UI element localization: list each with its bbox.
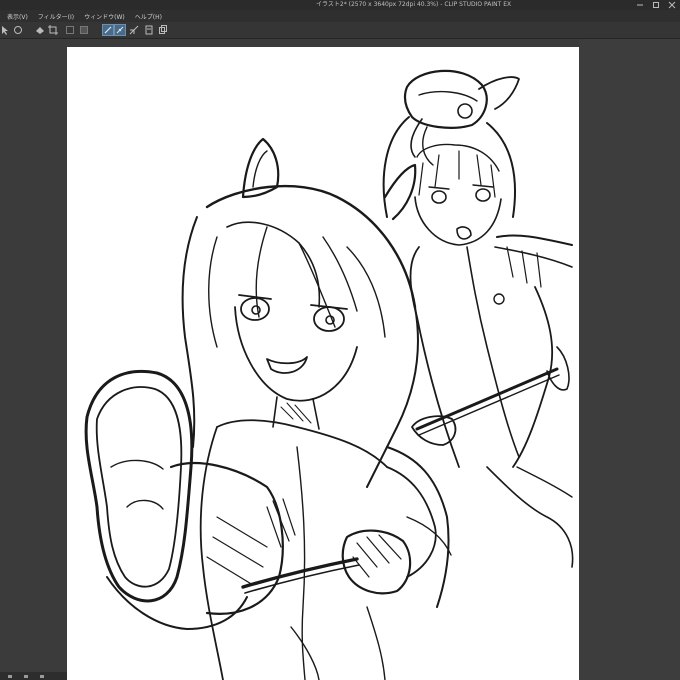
- menu-window[interactable]: ウィンドウ(W): [79, 12, 130, 21]
- copy-icon[interactable]: [157, 24, 169, 36]
- lasso-icon[interactable]: [12, 24, 24, 36]
- ruler-active-icon[interactable]: [114, 24, 126, 36]
- command-bar: [0, 22, 680, 39]
- window-title: イラスト2* (2570 x 3640px 72dpi 40.3%) - CLI…: [316, 1, 512, 8]
- arrow-icon[interactable]: [0, 24, 12, 36]
- menu-help[interactable]: ヘルプ(H): [130, 12, 167, 21]
- menu-bar: 表示(V) フィルター(I) ウィンドウ(W) ヘルプ(H): [0, 10, 680, 22]
- title-bar: イラスト2* (2570 x 3640px 72dpi 40.3%) - CLI…: [0, 0, 680, 10]
- close-button[interactable]: [664, 0, 680, 10]
- maximize-button[interactable]: [648, 0, 664, 10]
- sketch-artwork: [84, 69, 574, 680]
- crop-icon[interactable]: [47, 24, 59, 36]
- snap-icon[interactable]: [128, 24, 140, 36]
- drawing-canvas[interactable]: [67, 47, 579, 680]
- clear-icon[interactable]: [64, 24, 76, 36]
- menu-view[interactable]: 表示(V): [0, 12, 33, 21]
- fill-icon[interactable]: [34, 24, 46, 36]
- window-controls: [632, 0, 680, 10]
- right-panel-area: [579, 39, 680, 680]
- fill-selection-icon[interactable]: [78, 24, 90, 36]
- pen-active-icon[interactable]: [102, 24, 114, 36]
- minimize-button[interactable]: [632, 0, 648, 10]
- bottom-status-strip: [0, 672, 67, 680]
- layer-icon[interactable]: [143, 24, 155, 36]
- menu-filter[interactable]: フィルター(I): [33, 12, 79, 21]
